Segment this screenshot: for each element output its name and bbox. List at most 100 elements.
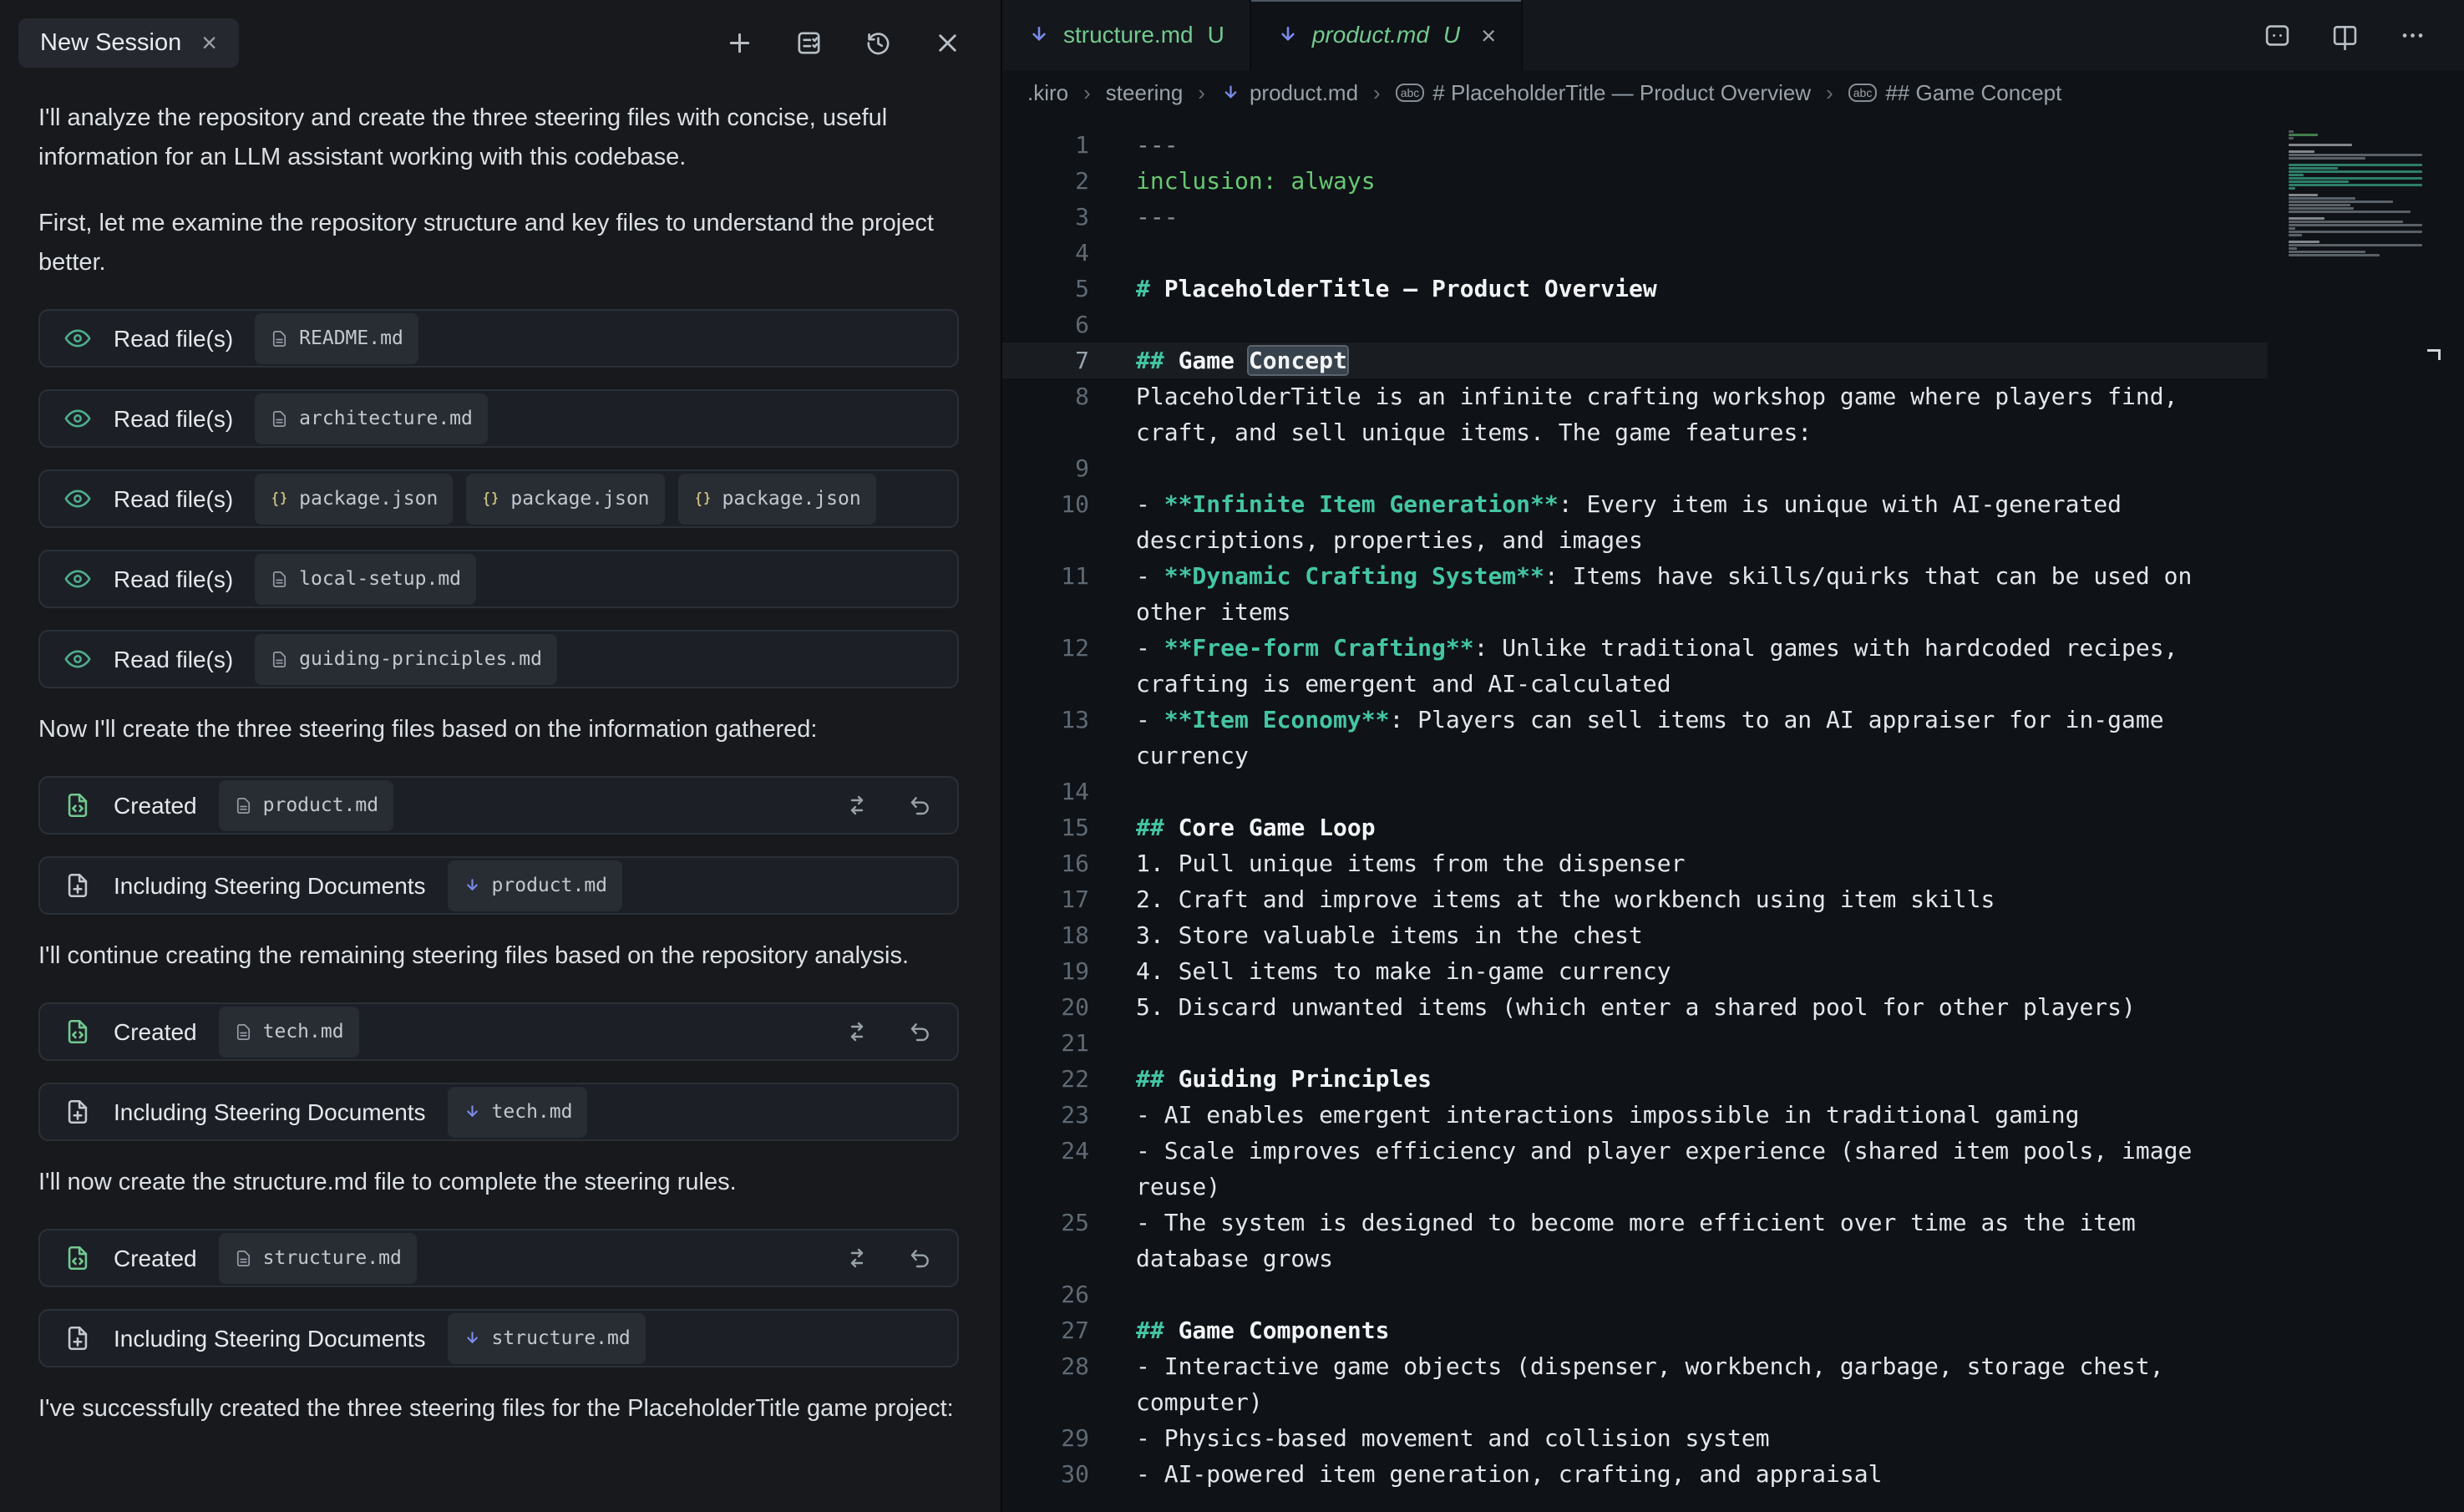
- minimap-line: [2289, 154, 2422, 156]
- close-chat-icon[interactable]: [933, 28, 962, 58]
- code-line[interactable]: 25- The system is designed to become mor…: [1002, 1205, 2268, 1276]
- undo-icon[interactable]: [907, 1018, 934, 1045]
- close-icon[interactable]: ×: [201, 29, 217, 56]
- code-line[interactable]: 161. Pull unique items from the dispense…: [1002, 845, 2268, 881]
- code-line[interactable]: 205. Discard unwanted items (which enter…: [1002, 989, 2268, 1025]
- file-chip[interactable]: package.json: [678, 474, 876, 525]
- code-line[interactable]: 5# PlaceholderTitle — Product Overview: [1002, 271, 2268, 307]
- breadcrumb-separator: ›: [1826, 80, 1833, 106]
- code-line[interactable]: 8PlaceholderTitle is an infinite craftin…: [1002, 378, 2268, 450]
- git-status-badge: U: [1208, 22, 1224, 48]
- code-line[interactable]: 7## Game Concept: [1002, 342, 2268, 378]
- code-line[interactable]: 13- **Item Economy**: Players can sell i…: [1002, 702, 2268, 774]
- file-chip-list: tech.md: [448, 1087, 588, 1138]
- split-editor-icon[interactable]: [2330, 21, 2360, 50]
- code-line[interactable]: 9: [1002, 450, 2268, 486]
- kiro-icon[interactable]: [2263, 21, 2292, 50]
- line-number: 21: [1002, 1025, 1089, 1061]
- undo-icon[interactable]: [907, 1245, 934, 1271]
- code-line[interactable]: 6: [1002, 307, 2268, 342]
- assistant-message: I'll continue creating the remaining ste…: [38, 936, 959, 976]
- code-line[interactable]: 29- Physics-based movement and collision…: [1002, 1420, 2268, 1456]
- code-line[interactable]: 172. Craft and improve items at the work…: [1002, 881, 2268, 917]
- code-line[interactable]: 21: [1002, 1025, 2268, 1061]
- code-editor[interactable]: 1---2inclusion: always3---45# Placeholde…: [1002, 115, 2464, 1512]
- breadcrumb-item[interactable]: .kiro: [1027, 80, 1068, 106]
- code-line[interactable]: 27## Game Components: [1002, 1312, 2268, 1348]
- diff-icon[interactable]: [844, 1245, 870, 1271]
- file-chip-list: architecture.md: [255, 393, 488, 444]
- tool-card[interactable]: Read file(s)guiding-principles.md: [38, 630, 959, 688]
- file-chip[interactable]: package.json: [466, 474, 664, 525]
- code-line[interactable]: 3---: [1002, 199, 2268, 235]
- line-text: ## Guiding Principles: [1136, 1061, 1432, 1097]
- breadcrumb-item[interactable]: abc# PlaceholderTitle — Product Overview: [1396, 80, 1811, 106]
- tool-card[interactable]: Including Steering Documentsstructure.md: [38, 1309, 959, 1367]
- tab-close-icon[interactable]: ×: [1481, 23, 1496, 48]
- code-line[interactable]: 1---: [1002, 127, 2268, 163]
- file-chip[interactable]: tech.md: [448, 1087, 588, 1138]
- code-line[interactable]: 15## Core Game Loop: [1002, 809, 2268, 845]
- diff-icon[interactable]: [844, 792, 870, 819]
- file-chip[interactable]: architecture.md: [255, 393, 488, 444]
- code-line[interactable]: 14: [1002, 774, 2268, 809]
- breadcrumb-item[interactable]: product.md: [1220, 80, 1358, 106]
- code-line[interactable]: 11- **Dynamic Crafting System**: Items h…: [1002, 558, 2268, 630]
- code-line[interactable]: 10- **Infinite Item Generation**: Every …: [1002, 486, 2268, 558]
- file-chip[interactable]: tech.md: [219, 1007, 359, 1058]
- breadcrumb-item[interactable]: abc## Game Concept: [1848, 80, 2062, 106]
- minimap[interactable]: [2289, 130, 2427, 256]
- tool-card[interactable]: Createdproduct.md: [38, 776, 959, 835]
- code-line[interactable]: 24- Scale improves efficiency and player…: [1002, 1133, 2268, 1205]
- file-chip[interactable]: product.md: [219, 780, 393, 831]
- code-line[interactable]: 183. Store valuable items in the chest: [1002, 917, 2268, 953]
- session-tab[interactable]: New Session ×: [18, 18, 239, 68]
- code-line[interactable]: 28- Interactive game objects (dispenser,…: [1002, 1348, 2268, 1420]
- code-line[interactable]: 22## Guiding Principles: [1002, 1061, 2268, 1097]
- file-chip-name: local-setup.md: [299, 560, 461, 599]
- file-chip[interactable]: guiding-principles.md: [255, 634, 557, 685]
- file-chip[interactable]: product.md: [448, 860, 622, 911]
- tool-card[interactable]: Read file(s)README.md: [38, 309, 959, 368]
- tool-card[interactable]: Read file(s) local-setup.md: [38, 550, 959, 608]
- tool-card-label: Read file(s): [114, 399, 233, 439]
- new-session-icon[interactable]: [725, 28, 754, 58]
- editor-panel: structure.mdUproduct.mdU× .kiro›steering…: [1002, 0, 2464, 1512]
- code-line[interactable]: 194. Sell items to make in-game currency: [1002, 953, 2268, 989]
- code-line[interactable]: 23- AI enables emergent interactions imp…: [1002, 1097, 2268, 1133]
- task-list-icon[interactable]: [794, 28, 824, 58]
- breadcrumb-item[interactable]: steering: [1106, 80, 1184, 106]
- tool-card[interactable]: Read file(s) architecture.md: [38, 389, 959, 448]
- file-chip[interactable]: structure.md: [448, 1313, 646, 1364]
- tool-card[interactable]: Read file(s)package.jsonpackage.jsonpack…: [38, 469, 959, 528]
- more-actions-icon[interactable]: [2398, 21, 2427, 50]
- history-icon[interactable]: [864, 28, 893, 58]
- editor-tab-structure.md[interactable]: structure.mdU: [1002, 0, 1251, 70]
- file-md-icon: [270, 409, 289, 429]
- code-line[interactable]: 26: [1002, 1276, 2268, 1312]
- file-chip[interactable]: structure.md: [219, 1233, 417, 1284]
- tool-card[interactable]: Including Steering Documentstech.md: [38, 1083, 959, 1141]
- file-chip[interactable]: package.json: [255, 474, 453, 525]
- file-chip[interactable]: local-setup.md: [255, 554, 476, 605]
- line-number: 10: [1002, 486, 1089, 558]
- tool-card-label: Read file(s): [114, 560, 233, 599]
- tool-card[interactable]: Createdstructure.md: [38, 1229, 959, 1287]
- chat-transcript[interactable]: I'll analyze the repository and create t…: [0, 85, 1001, 1455]
- tool-card[interactable]: Including Steering Documentsproduct.md: [38, 856, 959, 915]
- code-line[interactable]: 4: [1002, 235, 2268, 271]
- code-line[interactable]: 12- **Free-form Crafting**: Unlike tradi…: [1002, 630, 2268, 702]
- minimap-line: [2289, 221, 2403, 223]
- line-text: - **Item Economy**: Players can sell ite…: [1136, 702, 2238, 774]
- file-chip[interactable]: README.md: [255, 313, 418, 364]
- eye-icon: [63, 485, 92, 513]
- editor-tab-product.md[interactable]: product.mdU×: [1251, 0, 1523, 70]
- code-line[interactable]: 30- AI-powered item generation, crafting…: [1002, 1456, 2268, 1492]
- minimap-line: [2289, 251, 2365, 253]
- file-chip-name: tech.md: [492, 1093, 573, 1132]
- steering-md-icon: [463, 1329, 482, 1348]
- undo-icon[interactable]: [907, 792, 934, 819]
- code-line[interactable]: 2inclusion: always: [1002, 163, 2268, 199]
- tool-card[interactable]: Createdtech.md: [38, 1002, 959, 1061]
- diff-icon[interactable]: [844, 1018, 870, 1045]
